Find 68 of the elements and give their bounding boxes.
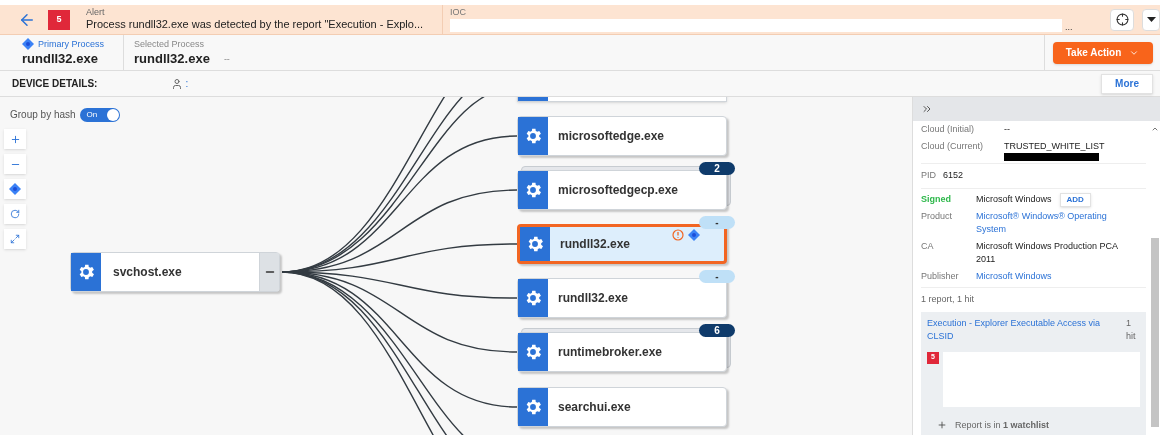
process-node[interactable]: microsoftedge.exe [517,116,727,156]
dropdown-button[interactable] [1142,8,1160,31]
detail-label: Product [921,209,954,223]
user-icon [171,77,184,90]
scrollbar-thumb[interactable] [1151,238,1159,427]
hit-count: 1 hit [1126,316,1137,343]
target-icon [1115,13,1129,26]
collapse-panel-icon[interactable] [921,103,933,115]
detail-value: TRUSTED_WHITE_LIST [1004,139,1105,153]
center-button[interactable] [4,179,26,199]
reports-summary: 1 report, 1 hit [921,293,976,306]
user-text: : [185,77,189,91]
diamond-icon [22,38,34,51]
detail-label: Publisher [921,269,960,283]
detail-value: Microsoft Windows ADD [976,192,1136,207]
group-by-hash-toggle[interactable]: On [79,107,120,122]
detail-value: Microsoft Windows Production PCA 2011 [976,239,1119,266]
detail-value: 6152 [943,169,964,182]
detail-label: Cloud (Initial) [921,123,976,136]
process-name: microsoftedgecp.exe [558,182,679,199]
detail-label: PID [921,169,937,182]
add-button[interactable]: ADD [1059,192,1091,207]
selected-process-extra: -- [223,52,230,66]
selected-process-label: Selected Process [134,37,206,51]
add-icon[interactable] [937,420,947,431]
detail-label: CA [921,239,935,253]
detail-label: Signed [921,192,952,206]
watchlist-text: Report is in 1 watchlist [955,418,1050,432]
ioc-label: IOC [449,7,467,19]
process-name: rundll32.exe [560,236,631,253]
detail-value: -- [1004,123,1010,136]
selected-process-name: rundll32.exe [134,51,210,68]
diamond-icon [9,183,21,195]
process-name: runtimebroker.exe [558,344,663,361]
collapse-button[interactable] [259,253,279,291]
more-button[interactable]: More [1101,73,1153,94]
primary-process-name: rundll32.exe [22,51,99,68]
device-details-label: DEVICE DETAILS: [12,77,98,91]
count-badge: 2 [699,162,735,175]
expand-button[interactable] [4,229,26,249]
count-badge: - [699,270,735,283]
report-link[interactable]: Execution - Explorer Executable Access via CLSID [927,316,1112,344]
detail-link[interactable]: Microsoft® Windows® Operating System [976,209,1136,237]
zoom-in-button[interactable] [4,129,26,149]
ioc-overflow-text: ... [1064,22,1073,32]
detail-link[interactable]: Microsoft Windows [976,269,1136,283]
process-name: svchost.exe [113,264,182,281]
refresh-button[interactable] [4,204,26,224]
group-by-hash-label: Group by hash [10,108,76,122]
detail-label: Cloud (Current) [921,139,985,153]
root-process-node[interactable]: svchost.exe [70,252,280,292]
process-name: microsoftedge.exe [558,128,665,145]
expand-icon [10,234,20,244]
scroll-up-icon[interactable] [1151,125,1159,133]
refresh-icon [10,209,20,219]
alert-text: Process rundll32.exe was detected by the report "Execution - Explo... [85,18,425,32]
process-name: rundll32.exe [558,290,629,307]
count-badge: 6 [699,324,735,337]
count-badge: - [699,216,735,229]
severity-badge: 5 [48,9,70,30]
plus-icon [9,133,21,145]
alert-label: Alert [85,7,106,19]
process-name: searchui.exe [558,399,631,416]
primary-process-label: Primary Process [38,37,104,51]
target-button[interactable] [1110,8,1135,31]
ioc-field[interactable] [449,18,1062,32]
caret-icon [1146,17,1156,22]
process-node[interactable]: searchui.exe [517,387,727,427]
